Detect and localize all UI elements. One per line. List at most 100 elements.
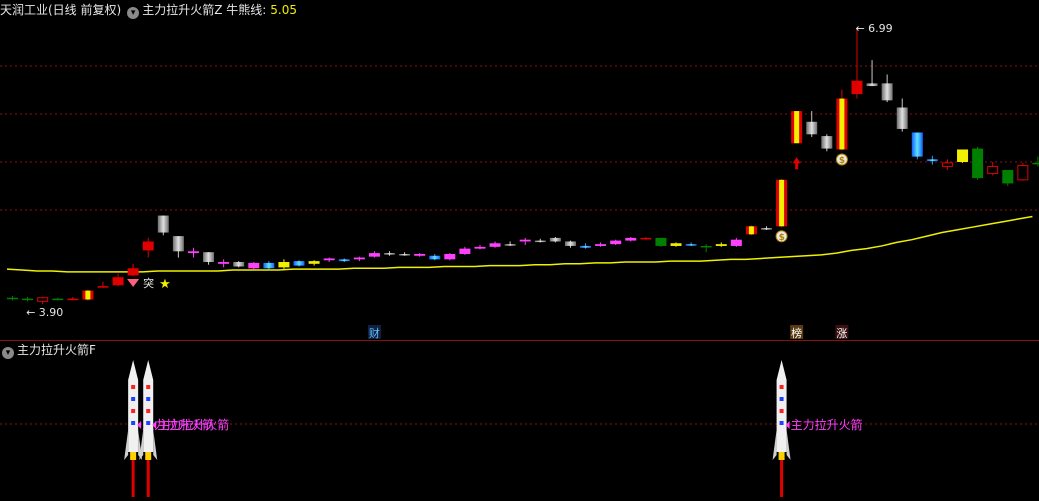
candle: [414, 253, 426, 257]
candle-body: [761, 228, 772, 230]
candle: [1017, 162, 1029, 181]
rocket-fin-left: [772, 430, 777, 460]
candle-body: [610, 240, 622, 245]
candle-body: [384, 253, 395, 255]
candle: [187, 247, 199, 258]
candle: [263, 261, 275, 270]
candle-body: [625, 237, 637, 241]
candle-body: [685, 244, 697, 246]
candle: [761, 226, 772, 230]
candle: [534, 238, 546, 243]
candle-body: [549, 237, 561, 242]
candle: [941, 159, 953, 171]
candle: [685, 242, 697, 246]
candle: [851, 28, 863, 99]
candle-body: [987, 165, 999, 175]
candle: [595, 242, 607, 247]
candle: [218, 259, 230, 268]
rocket-label: 主力拉升火箭: [791, 417, 863, 432]
candle: [957, 149, 969, 163]
rocket-fin-left: [124, 430, 129, 460]
candle-body: [263, 262, 275, 269]
candle-body: [172, 236, 184, 252]
diamond-icon: [127, 278, 140, 287]
candle: [384, 251, 395, 256]
candle-body: [941, 162, 953, 167]
candle-body: [972, 148, 984, 179]
rocket-icon: [124, 360, 143, 497]
candle-body: [127, 268, 139, 276]
candle-body: [203, 252, 215, 263]
rocket-window: [779, 397, 784, 401]
price-chart[interactable]: ← 6.99← 3.90突 ★$$财榜涨主力拉升火箭主力拉升火箭 主力拉升火箭: [0, 0, 1039, 501]
candle: [353, 256, 365, 262]
candle: [700, 244, 712, 253]
candle-body: [896, 107, 908, 129]
candle-body: [187, 251, 199, 254]
rocket-window: [131, 409, 136, 413]
candle: [308, 260, 320, 266]
candle-body: [459, 248, 471, 254]
candle: [625, 237, 637, 242]
candle-body: [1002, 170, 1014, 184]
rocket-flame: [131, 455, 135, 497]
candle-body: [22, 298, 34, 301]
candle: [806, 111, 818, 137]
candle: [37, 296, 49, 304]
candle: [172, 236, 184, 258]
candle-body: [519, 239, 531, 242]
candle-body: [670, 243, 682, 246]
candle-body: [67, 298, 79, 301]
candle: [459, 246, 471, 255]
candle-body: [414, 253, 426, 256]
money-bag-symbol: $: [779, 233, 785, 243]
rocket-window: [779, 409, 784, 413]
rocket-nozzle: [145, 452, 152, 460]
candle-body: [700, 245, 712, 248]
candle: [655, 237, 667, 247]
candle-body: [157, 215, 169, 233]
candle: [323, 257, 335, 263]
rocket-window: [146, 421, 151, 425]
rocket-label: 主力拉升火箭: [157, 417, 229, 432]
candle: [338, 258, 350, 263]
candle: [715, 242, 727, 247]
rocket-nozzle: [778, 452, 785, 460]
candle: [987, 161, 999, 176]
candle-body: [429, 255, 441, 260]
candle-body: [806, 121, 818, 135]
candle-body: [293, 261, 305, 266]
candle-body: [474, 246, 486, 249]
rocket-flame: [146, 455, 150, 497]
candle-body: [142, 241, 154, 251]
candle: [7, 295, 18, 301]
candle: [836, 89, 848, 151]
candle: [896, 98, 908, 132]
candle: [1002, 170, 1014, 187]
candle-body: [218, 262, 230, 264]
candle: [776, 178, 788, 228]
candle: [640, 237, 652, 240]
candle-body: [37, 297, 49, 302]
candle-body: [353, 257, 365, 260]
candle: [911, 132, 923, 160]
candle: [444, 253, 456, 261]
candle: [399, 252, 411, 256]
event-marker: 涨: [836, 327, 847, 340]
up-arrow-icon: [792, 157, 801, 170]
candle: [112, 273, 124, 287]
rocket-icon: [772, 360, 791, 497]
rocket-body: [143, 360, 154, 452]
candle: [278, 259, 290, 271]
candle-body: [564, 241, 576, 246]
rocket-fin-right: [153, 430, 158, 460]
candle-body: [278, 262, 290, 268]
rocket-window: [131, 385, 136, 389]
candle: [610, 239, 622, 246]
candle-body: [52, 298, 64, 301]
candle-body: [911, 132, 923, 157]
rocket-window: [779, 421, 784, 425]
candle-body-stripe: [748, 226, 754, 235]
candle-body: [323, 258, 335, 261]
candle-body: [399, 253, 411, 256]
